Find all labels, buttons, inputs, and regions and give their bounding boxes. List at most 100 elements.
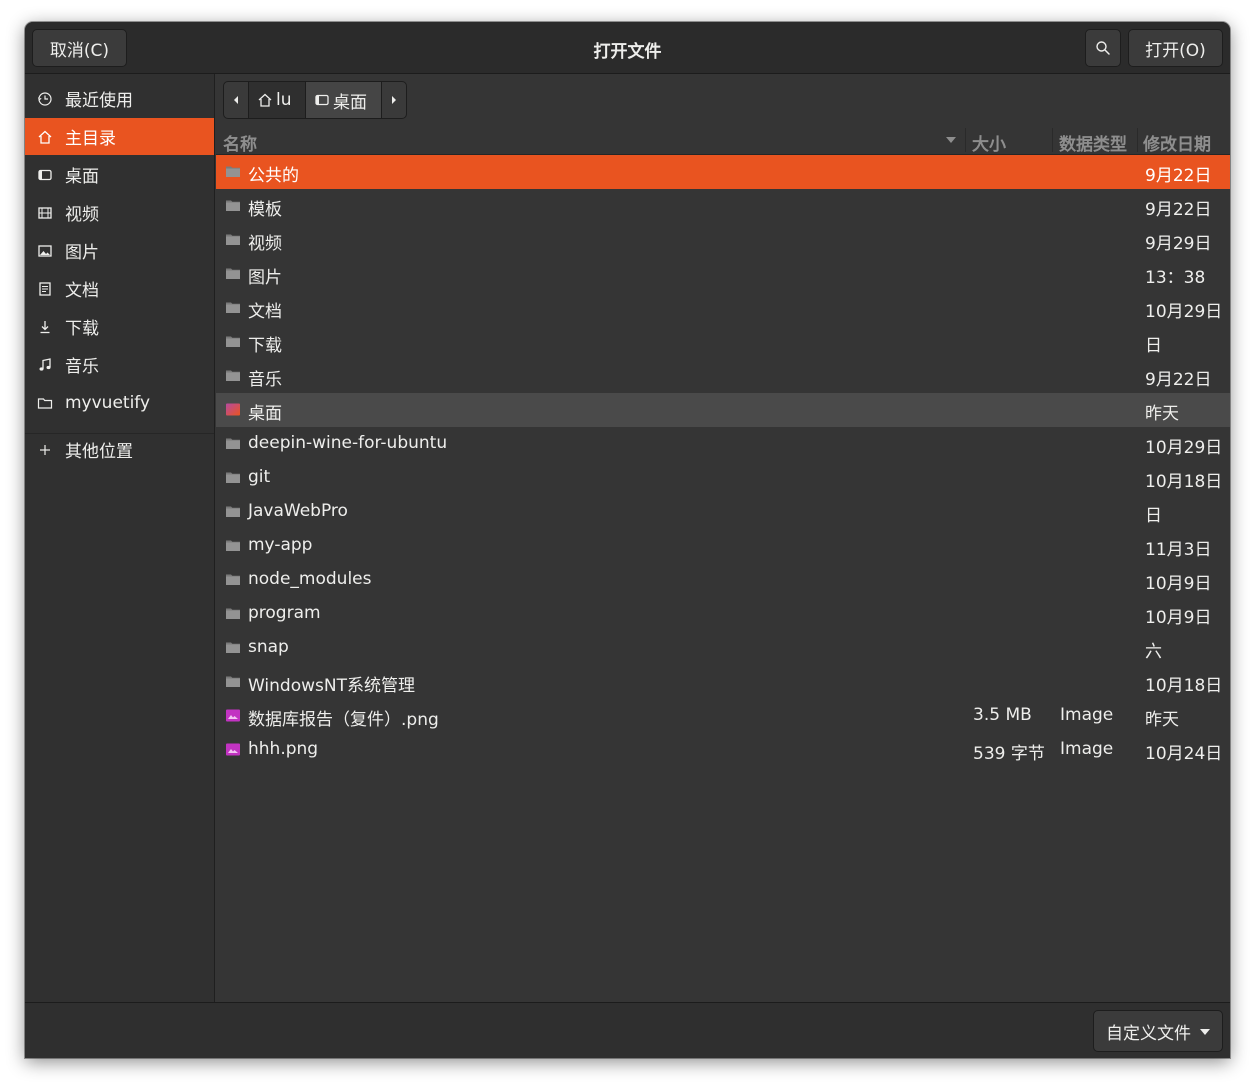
download-icon — [25, 319, 65, 335]
file-modified-date: 10月18日 — [1145, 472, 1223, 492]
sidebar-item-desktop[interactable]: 桌面 — [25, 156, 214, 193]
file-row[interactable]: git 10月18日 — [216, 461, 1230, 495]
path-button-label: 桌面 — [333, 92, 367, 113]
file-row[interactable]: program 10月9日 — [216, 597, 1230, 631]
home-icon — [25, 129, 65, 145]
sidebar-item-music[interactable]: 音乐 — [25, 346, 214, 383]
file-chooser-dialog: 取消(C) 打开文件 打开(O) 最近使用 主目录 桌面 视频 图片 文档 下载… — [25, 22, 1230, 1058]
column-header: 名称 大小 数据类型 修改日期 — [216, 125, 1230, 155]
column-type-header[interactable]: 数据类型 — [1059, 130, 1127, 155]
column-separator — [1137, 128, 1138, 152]
sidebar-item-recent[interactable]: 最近使用 — [25, 80, 214, 117]
sidebar-item-documents[interactable]: 文档 — [25, 270, 214, 307]
desktop-icon — [315, 94, 329, 106]
file-row[interactable]: WindowsNT系统管理 10月18日 — [216, 665, 1230, 699]
file-modified-date: 10月24日 — [1145, 744, 1223, 764]
file-row[interactable]: 音乐 9月22日 — [216, 359, 1230, 393]
file-name: 数据库报告（复件）.png — [248, 710, 439, 730]
sidebar-item-label: 最近使用 — [65, 91, 133, 111]
file-row[interactable]: 图片 13：38 — [216, 257, 1230, 291]
file-type: Image — [1060, 705, 1114, 725]
sidebar-item-downloads[interactable]: 下载 — [25, 308, 214, 345]
chevron-left-icon — [234, 96, 238, 104]
file-name: JavaWebPro — [248, 501, 348, 521]
sidebar-item-myvuetify[interactable]: myvuetify — [25, 384, 214, 421]
plus-icon — [25, 442, 65, 458]
path-button-home[interactable]: lu — [248, 81, 306, 119]
file-name: 下载 — [248, 336, 282, 356]
file-row[interactable]: node_modules 10月9日 — [216, 563, 1230, 597]
dialog-title: 打开文件 — [593, 42, 662, 62]
file-name: program — [248, 603, 321, 623]
file-size: 539 字节 — [973, 744, 1045, 764]
file-name: 视频 — [248, 234, 282, 254]
desktop-icon — [25, 167, 65, 183]
sidebar-item-videos[interactable]: 视频 — [25, 194, 214, 231]
open-button[interactable]: 打开(O) — [1128, 29, 1223, 67]
file-row[interactable]: my-app 11月3日 — [216, 529, 1230, 563]
file-modified-date: 六 — [1145, 642, 1162, 662]
file-name: my-app — [248, 535, 313, 555]
folder-icon — [226, 608, 240, 619]
folder-icon — [25, 395, 65, 411]
file-row[interactable]: 视频 9月29日 — [216, 223, 1230, 257]
file-modified-date: 9月22日 — [1145, 166, 1212, 186]
file-row[interactable]: 桌面 昨天 — [216, 393, 1230, 427]
sidebar-item-other-locations[interactable]: 其他位置 — [25, 431, 214, 468]
film-icon — [25, 205, 65, 221]
home-icon — [258, 93, 272, 107]
sort-descending-icon — [946, 137, 956, 143]
file-name: 桌面 — [248, 404, 282, 424]
sidebar-item-label: 下载 — [65, 319, 99, 339]
sidebar-item-label: myvuetify — [65, 392, 151, 413]
path-scroll-right-button[interactable] — [381, 81, 407, 119]
file-row[interactable]: 文档 10月29日 — [216, 291, 1230, 325]
sidebar-item-home[interactable]: 主目录 — [25, 118, 214, 155]
folder-icon — [226, 336, 240, 347]
folder-icon — [226, 676, 240, 687]
file-modified-date: 昨天 — [1145, 710, 1179, 730]
sidebar-item-label: 音乐 — [65, 357, 99, 377]
sidebar-item-label: 视频 — [65, 205, 99, 225]
folder-icon — [226, 166, 240, 177]
file-row[interactable]: snap 六 — [216, 631, 1230, 665]
header-bar: 取消(C) 打开文件 打开(O) — [25, 22, 1230, 74]
file-row[interactable]: 公共的 9月22日 — [216, 155, 1230, 189]
file-row[interactable]: 模板 9月22日 — [216, 189, 1230, 223]
file-modified-date: 10月29日 — [1145, 302, 1223, 322]
file-row[interactable]: JavaWebPro 日 — [216, 495, 1230, 529]
search-button[interactable] — [1085, 29, 1121, 67]
sidebar-item-label: 桌面 — [65, 167, 99, 187]
desktop-folder-icon — [226, 403, 240, 416]
path-button-label: lu — [276, 90, 292, 110]
file-row[interactable]: hhh.png 539 字节 Image 10月24日 — [216, 733, 1230, 767]
file-name: node_modules — [248, 569, 372, 589]
column-name-header[interactable]: 名称 — [223, 130, 257, 155]
column-modified-header[interactable]: 修改日期 — [1143, 130, 1211, 155]
folder-icon — [226, 472, 240, 483]
footer-bar: 自定义文件 — [25, 1002, 1230, 1058]
chevron-down-icon — [1200, 1029, 1210, 1035]
search-icon — [1096, 41, 1110, 55]
column-size-header[interactable]: 大小 — [972, 130, 1006, 155]
file-name: WindowsNT系统管理 — [248, 676, 415, 696]
path-bar: lu 桌面 — [223, 81, 407, 119]
folder-icon — [226, 574, 240, 585]
file-name: git — [248, 467, 271, 487]
file-modified-date: 10月18日 — [1145, 676, 1223, 696]
file-row[interactable]: 数据库报告（复件）.png 3.5 MB Image 昨天 — [216, 699, 1230, 733]
file-row[interactable]: 下载 日 — [216, 325, 1230, 359]
column-separator — [1052, 128, 1053, 152]
file-modified-date: 10月29日 — [1145, 438, 1223, 458]
sidebar-item-pictures[interactable]: 图片 — [25, 232, 214, 269]
file-name: snap — [248, 637, 289, 657]
file-modified-date: 昨天 — [1145, 404, 1179, 424]
folder-icon — [226, 370, 240, 381]
path-button-desktop[interactable]: 桌面 — [305, 81, 382, 119]
file-modified-date: 9月22日 — [1145, 370, 1212, 390]
file-filter-dropdown[interactable]: 自定义文件 — [1093, 1010, 1223, 1052]
sidebar-item-label: 文档 — [65, 281, 99, 301]
file-modified-date: 日 — [1145, 506, 1162, 526]
file-row[interactable]: deepin-wine-for-ubuntu 10月29日 — [216, 427, 1230, 461]
path-scroll-left-button[interactable] — [223, 81, 249, 119]
